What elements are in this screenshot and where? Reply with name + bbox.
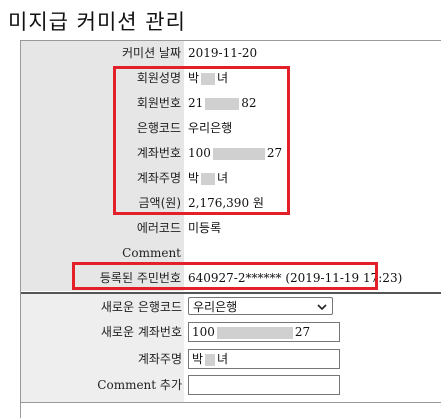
new-bank-selected: 우리은행 bbox=[193, 300, 238, 314]
holder-label: 계좌주명 bbox=[137, 352, 182, 366]
row-amount: 금액(원) 2,176,390 원 bbox=[21, 191, 441, 215]
row-member-number: 회원번호 21 82 bbox=[21, 91, 441, 115]
redaction-blur bbox=[205, 97, 240, 110]
account-number-prefix: 100 bbox=[188, 146, 211, 160]
row-error-code: 에러코드 미등록 bbox=[21, 216, 441, 240]
form-bottom-border bbox=[21, 402, 441, 403]
member-name-value: 박녀 bbox=[188, 66, 228, 90]
row-account-number: 계좌번호 100 27 bbox=[21, 141, 441, 165]
member-name-label: 회원성명 bbox=[136, 71, 181, 85]
redaction-blur bbox=[201, 172, 216, 185]
account-number-suffix: 27 bbox=[266, 146, 283, 160]
row-comment: Comment bbox=[21, 241, 441, 265]
new-account-prefix: 100 bbox=[192, 325, 215, 339]
registered-id-label: 등록된 주민번호 bbox=[99, 271, 181, 285]
comment-add-label: Comment 추가 bbox=[97, 378, 182, 392]
row-registered-id: 등록된 주민번호 640927-2****** (2019-11-19 17:2… bbox=[21, 266, 441, 290]
account-holder-value: 박녀 bbox=[188, 166, 228, 190]
redaction-blur bbox=[216, 326, 293, 339]
account-number-value: 100 27 bbox=[188, 141, 282, 165]
member-number-label: 회원번호 bbox=[136, 96, 181, 110]
comment-label: Comment bbox=[122, 246, 181, 260]
registered-id-value: 640927-2****** (2019-11-19 17:23) bbox=[188, 271, 403, 285]
account-holder-suffix: 녀 bbox=[217, 171, 229, 185]
redaction-blur bbox=[201, 72, 216, 85]
row-bank-code: 은행코드 우리은행 bbox=[21, 116, 441, 140]
member-number-prefix: 21 bbox=[188, 96, 204, 110]
amount-value: 2,176,390 원 bbox=[188, 196, 264, 210]
member-name-suffix: 녀 bbox=[217, 71, 229, 85]
member-number-value: 21 82 bbox=[188, 91, 257, 115]
redaction-blur bbox=[212, 147, 265, 160]
holder-input[interactable]: 박녀 bbox=[188, 349, 340, 369]
chevron-down-icon bbox=[317, 304, 327, 311]
holder-prefix: 박 bbox=[192, 352, 204, 366]
member-name-prefix: 박 bbox=[188, 71, 200, 85]
account-number-label: 계좌번호 bbox=[136, 146, 181, 160]
amount-label: 금액(원) bbox=[138, 196, 181, 210]
account-holder-prefix: 박 bbox=[188, 171, 200, 185]
form-row-new-account: 새로운 계좌번호 100 27 bbox=[21, 320, 441, 344]
member-number-suffix: 82 bbox=[241, 96, 257, 110]
error-code-label: 에러코드 bbox=[136, 221, 181, 235]
commission-date-label: 커미션 날짜 bbox=[121, 46, 181, 60]
row-commission-date: 커미션 날짜 2019-11-20 bbox=[21, 41, 441, 65]
bank-code-value: 우리은행 bbox=[188, 121, 233, 135]
bank-code-label: 은행코드 bbox=[136, 121, 181, 135]
form-row-holder: 계좌주명 박녀 bbox=[21, 347, 441, 371]
row-account-holder: 계좌주명 박녀 bbox=[21, 166, 441, 190]
comment-add-input[interactable] bbox=[188, 375, 340, 395]
new-account-input[interactable]: 100 27 bbox=[188, 322, 340, 342]
redaction-blur bbox=[205, 353, 216, 366]
page-title: 미지급 커미션 관리 bbox=[8, 10, 186, 34]
new-account-suffix: 27 bbox=[294, 325, 311, 339]
new-bank-select[interactable]: 우리은행 bbox=[188, 297, 333, 315]
commission-panel: 커미션 날짜 2019-11-20 회원성명 박녀 회원번호 21 82 은행코드… bbox=[20, 40, 441, 418]
error-code-value: 미등록 bbox=[188, 221, 222, 235]
commission-date-value: 2019-11-20 bbox=[188, 46, 258, 60]
new-account-label: 새로운 계좌번호 bbox=[100, 325, 182, 339]
form-row-new-bank: 새로운 은행코드 우리은행 bbox=[21, 295, 441, 319]
new-bank-label: 새로운 은행코드 bbox=[100, 300, 182, 314]
holder-suffix: 녀 bbox=[217, 352, 229, 366]
form-row-comment-add: Comment 추가 bbox=[21, 373, 441, 397]
account-holder-label: 계좌주명 bbox=[136, 171, 181, 185]
row-member-name: 회원성명 박녀 bbox=[21, 66, 441, 90]
